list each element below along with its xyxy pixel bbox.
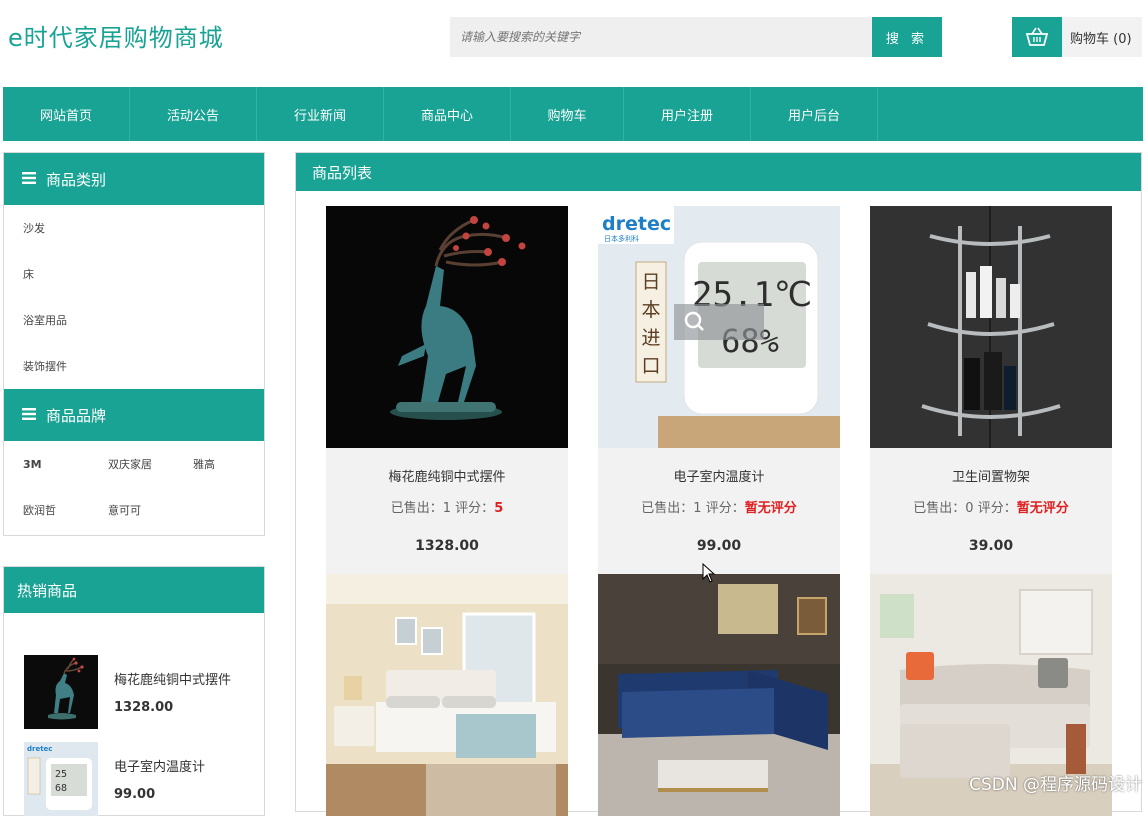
hot-item-info: 梅花鹿纯铜中式摆件 1328.00 (114, 669, 231, 715)
category-item-decor[interactable]: 装饰摆件 (4, 343, 264, 389)
list-icon (22, 406, 36, 424)
product-rating-label: 评分： (455, 501, 494, 516)
hot-item-name[interactable]: 电子室内温度计 (114, 756, 205, 775)
banner-char-2: 本 (641, 299, 660, 321)
deer-statue-thumbnail[interactable] (24, 655, 98, 729)
product-card[interactable]: dretec 日本多利科 日 本 进 口 25.1℃ 68% 电子室内温度计 已… (598, 206, 840, 574)
hot-item-info: 电子室内温度计 99.00 (114, 756, 205, 802)
product-price: 1328.00 (326, 538, 568, 554)
banner-char-4: 口 (641, 355, 660, 377)
search-input[interactable] (450, 17, 872, 57)
nav-cart[interactable]: 购物车 (511, 87, 624, 141)
main-nav: 网站首页 活动公告 行业新闻 商品中心 购物车 用户注册 用户后台 (3, 87, 1143, 141)
banner-char-1: 日 (641, 271, 660, 293)
category-item-sofa[interactable]: 沙发 (4, 205, 264, 251)
category-title: 商品类别 (46, 169, 106, 190)
product-meta: 已售出：1 评分：5 (326, 497, 568, 516)
search-button[interactable]: 搜 索 (872, 17, 942, 57)
bathroom-shelf-image[interactable] (870, 206, 1112, 448)
product-name[interactable]: 卫生间置物架 (870, 466, 1112, 485)
nav-home[interactable]: 网站首页 (3, 87, 130, 141)
product-card[interactable] (326, 574, 568, 814)
product-sold: 已售出：1 (391, 501, 451, 516)
product-name[interactable]: 梅花鹿纯铜中式摆件 (326, 466, 568, 485)
product-rating: 5 (494, 501, 503, 516)
product-sold: 已售出：0 (913, 501, 973, 516)
product-rating-label: 评分： (978, 501, 1017, 516)
hot-item-price: 1328.00 (114, 700, 231, 715)
brand-item-shuangqing[interactable]: 双庆家居 (108, 441, 193, 487)
product-rating: 暂无评分 (745, 501, 797, 516)
category-item-bathroom[interactable]: 浴室用品 (4, 297, 264, 343)
category-header: 商品类别 (4, 153, 264, 205)
product-meta: 已售出：0 评分：暂无评分 (870, 497, 1112, 516)
category-panel: 商品类别 沙发 床 浴室用品 装饰摆件 商品品牌 3M 双庆家居 雅高 欧润哲 … (3, 152, 265, 536)
nav-user-center[interactable]: 用户后台 (751, 87, 878, 141)
svg-text:25: 25 (55, 769, 67, 780)
svg-text:68: 68 (55, 783, 67, 794)
brand-item-3m[interactable]: 3M (23, 441, 108, 487)
product-rating: 暂无评分 (1017, 501, 1069, 516)
brand-list: 3M 双庆家居 雅高 欧润哲 意可可 (4, 441, 264, 533)
brand-item-yikeke[interactable]: 意可可 (108, 487, 193, 533)
hot-products-title: 热销商品 (17, 580, 77, 601)
thermometer-thumbnail[interactable]: dretec 25 68 (24, 742, 98, 816)
list-icon (22, 170, 36, 188)
hot-products-header: 热销商品 (4, 567, 264, 613)
basket-icon (1012, 17, 1062, 57)
leather-sofa-image[interactable] (598, 574, 840, 816)
banner-char-3: 进 (641, 327, 660, 349)
category-item-bed[interactable]: 床 (4, 251, 264, 297)
product-list-panel: 商品列表 梅花鹿纯铜中式摆件 已售出：1 评分：5 1328.00 dretec (295, 152, 1142, 812)
product-meta: 已售出：1 评分：暂无评分 (598, 497, 840, 516)
svg-text:dretec: dretec (27, 745, 52, 753)
brand-header: 商品品牌 (4, 389, 264, 441)
product-card[interactable] (598, 574, 840, 814)
hot-item[interactable]: 梅花鹿纯铜中式摆件 1328.00 (4, 645, 264, 739)
cart-label: 购物车 (0) (1062, 28, 1132, 47)
hot-item-price: 99.00 (114, 787, 205, 802)
brand-item-yagao[interactable]: 雅高 (193, 441, 278, 487)
product-list-header: 商品列表 (296, 153, 1141, 191)
hot-products-panel: 热销商品 梅花鹿纯铜中式摆件 1328.00 dretec 25 68 电子室内… (3, 566, 265, 816)
hot-item-name[interactable]: 梅花鹿纯铜中式摆件 (114, 669, 231, 688)
nav-product-center[interactable]: 商品中心 (384, 87, 511, 141)
nav-industry-news[interactable]: 行业新闻 (257, 87, 384, 141)
product-card[interactable]: 卫生间置物架 已售出：0 评分：暂无评分 39.00 (870, 206, 1112, 574)
thermometer-image[interactable]: dretec 日本多利科 日 本 进 口 25.1℃ 68% (598, 206, 840, 448)
nav-register[interactable]: 用户注册 (624, 87, 751, 141)
site-logo[interactable]: e时代家居购物商城 (8, 18, 224, 53)
product-price: 99.00 (598, 538, 840, 554)
nav-announcements[interactable]: 活动公告 (130, 87, 257, 141)
brand-logo-subtext: 日本多利科 (604, 234, 639, 243)
header: e时代家居购物商城 搜 索 购物车 (0) (0, 0, 1148, 86)
watermark: CSDN @程序源码设计 (969, 770, 1142, 795)
product-name[interactable]: 电子室内温度计 (598, 466, 840, 485)
mouse-cursor-icon (702, 563, 716, 583)
product-rating-label: 评分： (706, 501, 745, 516)
cart-button[interactable]: 购物车 (0) (1012, 17, 1142, 57)
hot-item[interactable]: dretec 25 68 电子室内温度计 99.00 (4, 739, 264, 819)
brand-item-ourunzhe[interactable]: 欧润哲 (23, 487, 108, 533)
product-card[interactable]: 梅花鹿纯铜中式摆件 已售出：1 评分：5 1328.00 (326, 206, 568, 574)
bedroom-image[interactable] (326, 574, 568, 816)
brand-title: 商品品牌 (46, 405, 106, 426)
product-sold: 已售出：1 (641, 501, 701, 516)
deer-statue-image[interactable] (326, 206, 568, 448)
product-list-title: 商品列表 (312, 162, 372, 183)
product-price: 39.00 (870, 538, 1112, 554)
brand-logo-text: dretec (602, 213, 671, 235)
